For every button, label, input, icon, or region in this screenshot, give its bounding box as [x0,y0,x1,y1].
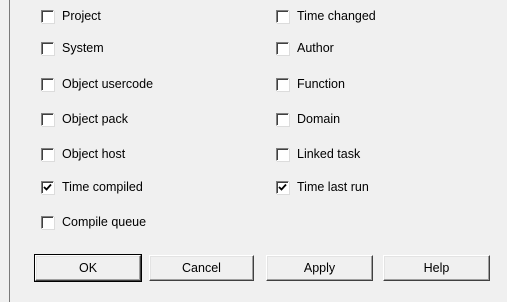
object-host-label: Object host [62,147,126,161]
option-time-changed[interactable]: Time changed [276,8,376,24]
ok-button[interactable]: OK [34,254,142,282]
system-label: System [62,41,104,55]
option-system[interactable]: System [41,40,104,56]
help-button[interactable]: Help [383,255,490,281]
column-options-dialog: Project System Object usercode Object pa… [0,0,507,302]
project-label: Project [62,9,101,23]
option-object-host[interactable]: Object host [41,146,125,162]
system-checkbox[interactable] [41,41,54,55]
cancel-button[interactable]: Cancel [149,255,254,281]
apply-button[interactable]: Apply [266,255,373,281]
time-changed-label: Time changed [297,9,376,23]
compile-queue-checkbox[interactable] [41,215,54,229]
time-compiled-checkbox[interactable] [41,180,54,194]
compile-queue-label: Compile queue [62,215,147,229]
option-linked-task[interactable]: Linked task [276,146,360,162]
object-usercode-checkbox[interactable] [41,77,54,91]
option-time-last-run[interactable]: Time last run [276,179,369,195]
checkmark-icon [278,183,287,191]
time-last-run-checkbox[interactable] [276,180,289,194]
option-object-pack[interactable]: Object pack [41,111,128,127]
author-label: Author [297,41,334,55]
object-usercode-label: Object usercode [62,77,154,91]
option-function[interactable]: Function [276,76,345,92]
author-checkbox[interactable] [276,41,289,55]
dialog-left-border [9,0,10,302]
time-last-run-label: Time last run [297,180,369,194]
time-compiled-label: Time compiled [62,180,143,194]
option-project[interactable]: Project [41,8,101,24]
project-checkbox[interactable] [41,9,54,23]
object-pack-label: Object pack [62,112,129,126]
object-host-checkbox[interactable] [41,147,54,161]
option-compile-queue[interactable]: Compile queue [41,214,146,230]
option-object-usercode[interactable]: Object usercode [41,76,153,92]
linked-task-label: Linked task [297,147,361,161]
object-pack-checkbox[interactable] [41,112,54,126]
option-author[interactable]: Author [276,40,334,56]
function-checkbox[interactable] [276,77,289,91]
time-changed-checkbox[interactable] [276,9,289,23]
checkmark-icon [43,183,52,191]
domain-checkbox[interactable] [276,112,289,126]
option-domain[interactable]: Domain [276,111,340,127]
linked-task-checkbox[interactable] [276,147,289,161]
function-label: Function [297,77,345,91]
option-time-compiled[interactable]: Time compiled [41,179,143,195]
domain-label: Domain [297,112,341,126]
